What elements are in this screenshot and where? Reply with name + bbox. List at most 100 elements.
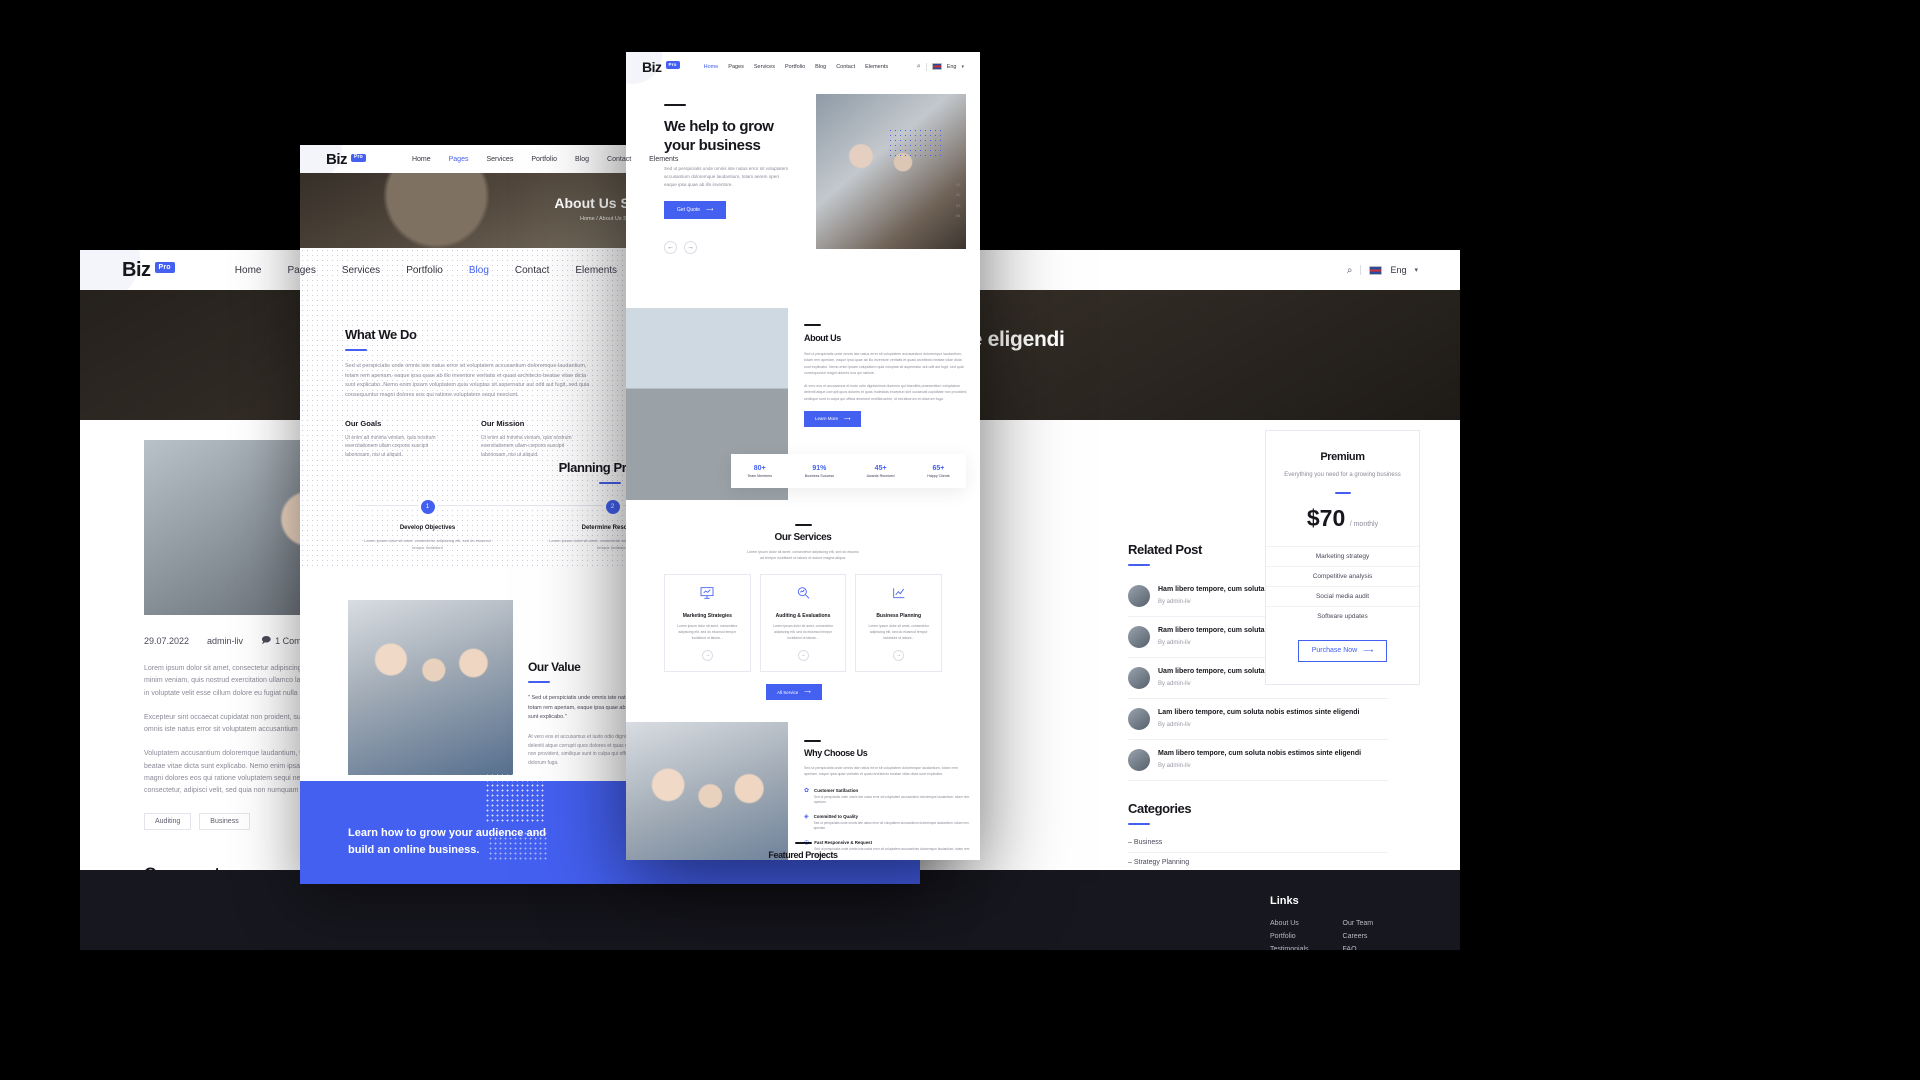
nav-item-blog[interactable]: Blog xyxy=(575,156,589,163)
service-card[interactable]: Business Planning Lorem ipsum dolor sit a… xyxy=(855,574,943,672)
nav-item-portfolio[interactable]: Portfolio xyxy=(531,156,557,163)
featured-underline xyxy=(794,842,812,844)
footer-column-2[interactable]: Our TeamCareersFAQClientsPricing xyxy=(1343,917,1374,950)
slide-number[interactable]: 04 xyxy=(956,211,960,221)
planning-step-text: Lorem ipsum dolor sit amet, consectetur … xyxy=(364,538,491,550)
nav-item-portfolio[interactable]: Portfolio xyxy=(406,265,443,276)
nav-item-elements[interactable]: Elements xyxy=(865,64,888,70)
footer-link[interactable]: About Us xyxy=(1270,917,1309,930)
pricing-feature: Software updates xyxy=(1266,605,1419,626)
learn-more-button[interactable]: Learn More ⟶ xyxy=(804,410,862,427)
hero-dots-decoration xyxy=(888,128,944,158)
search-icon[interactable]: ⌕ xyxy=(1347,265,1353,276)
purchase-now-button[interactable]: Purchase Now ⟶ xyxy=(1297,639,1388,662)
section-underline xyxy=(599,482,621,484)
related-post-item[interactable]: Mam libero tempore, cum soluta nobis est… xyxy=(1128,740,1388,781)
footer-link[interactable]: Careers xyxy=(1343,930,1374,943)
related-post-title[interactable]: Lam libero tempore, cum soluta nobis est… xyxy=(1158,708,1360,718)
pricing-feature-list: Marketing strategy Competitive analysis So… xyxy=(1266,545,1419,626)
hero-underline xyxy=(664,104,686,106)
nav-item-pages[interactable]: Pages xyxy=(287,265,315,276)
get-quote-button[interactable]: Get Quote ⟶ xyxy=(664,201,727,220)
chevron-down-icon[interactable]: ▾ xyxy=(961,64,964,70)
blog-nav-links[interactable]: Home Pages Services Portfolio Blog Conta… xyxy=(235,265,617,276)
blog-nav-right[interactable]: ⌕ Eng ▾ xyxy=(1347,265,1418,276)
slider-next-button[interactable]: → xyxy=(684,241,697,255)
pricing-feature: Social media audit xyxy=(1266,585,1419,606)
about-section: About Us Sed ut perspiciatis unde omnis … xyxy=(804,324,969,427)
service-arrow-icon[interactable]: → xyxy=(893,649,905,661)
home-nav-links[interactable]: Home Pages Services Portfolio Blog Conta… xyxy=(704,64,888,70)
slide-number[interactable]: 02 xyxy=(956,190,960,200)
nav-item-portfolio[interactable]: Portfolio xyxy=(785,64,805,70)
related-post-author: By admin-liv xyxy=(1158,722,1191,729)
nav-item-blog[interactable]: Blog xyxy=(815,64,826,70)
related-post-item[interactable]: Lam libero tempore, cum soluta nobis est… xyxy=(1128,699,1388,740)
service-text: Lorem ipsum dolor sit amet, consectetur … xyxy=(677,624,738,640)
footer-link[interactable]: Our Team xyxy=(1343,917,1374,930)
post-tag[interactable]: Auditing xyxy=(144,813,192,831)
brand-logo[interactable]: Biz Pro xyxy=(642,59,680,75)
nav-item-blog[interactable]: Blog xyxy=(469,265,489,276)
our-value-image xyxy=(348,600,513,775)
nav-item-services[interactable]: Services xyxy=(754,64,775,70)
nav-item-contact[interactable]: Contact xyxy=(836,64,855,70)
home-navbar[interactable]: Biz Pro Home Pages Services Portfolio Bl… xyxy=(626,52,980,84)
related-post-title[interactable]: Mam libero tempore, cum soluta nobis est… xyxy=(1158,749,1361,759)
nav-item-home[interactable]: Home xyxy=(704,64,719,70)
post-author[interactable]: admin-liv xyxy=(207,636,243,646)
slide-number[interactable]: 03 xyxy=(956,201,960,211)
stat-label: Team Members xyxy=(747,473,773,478)
nav-divider xyxy=(925,62,927,71)
footer-link[interactable]: Testimonials xyxy=(1270,943,1309,950)
home-page-card[interactable]: Biz Pro Home Pages Services Portfolio Bl… xyxy=(626,52,980,860)
nav-item-home[interactable]: Home xyxy=(412,156,431,163)
why-feature-item: ✿ Customer Satifaction Sed ut perspiciatis… xyxy=(804,788,972,806)
nav-item-elements[interactable]: Elements xyxy=(649,156,678,163)
nav-item-home[interactable]: Home xyxy=(235,265,262,276)
nav-item-elements[interactable]: Elements xyxy=(575,265,617,276)
brand-logo[interactable]: Biz Pro xyxy=(326,151,366,168)
services-title: Our Services xyxy=(774,532,832,543)
footer-link[interactable]: Portfolio xyxy=(1270,930,1309,943)
language-label[interactable]: Eng xyxy=(1390,265,1406,275)
chevron-down-icon[interactable]: ▾ xyxy=(1414,266,1418,274)
service-arrow-icon[interactable]: → xyxy=(797,649,809,661)
nav-item-contact[interactable]: Contact xyxy=(515,265,549,276)
brand-logo[interactable]: Biz Pro xyxy=(122,259,175,282)
pricing-card[interactable]: Premium Everything you need for a growin… xyxy=(1265,430,1420,685)
stat-value: 65+ xyxy=(932,464,945,472)
service-arrow-icon[interactable]: → xyxy=(701,649,713,661)
service-card[interactable]: Auditing & Evaluations Lorem ipsum dolor … xyxy=(759,574,847,672)
related-post-author: By admin-liv xyxy=(1158,763,1191,770)
why-feature-item: ◈ Committed to Quality Sed ut perspiciatis… xyxy=(804,814,972,832)
why-paragraph: Sed ut perspiciatis unde omnis iste natu… xyxy=(804,766,958,777)
language-label[interactable]: Eng xyxy=(947,64,957,70)
nav-item-services[interactable]: Services xyxy=(486,156,513,163)
footer-link[interactable]: FAQ xyxy=(1343,943,1374,950)
nav-item-services[interactable]: Services xyxy=(342,265,380,276)
service-card-list[interactable]: Marketing Strategies Lorem ipsum dolor si… xyxy=(664,574,943,672)
cta-dots-decoration xyxy=(485,773,545,823)
brand-name: Biz xyxy=(642,58,662,75)
post-tag[interactable]: Business xyxy=(199,813,250,831)
pricing-feature: Competitive analysis xyxy=(1266,565,1419,586)
about-nav-links[interactable]: Home Pages Services Portfolio Blog Conta… xyxy=(412,156,678,163)
nav-item-contact[interactable]: Contact xyxy=(607,156,631,163)
hero-title-line1: We help to grow xyxy=(664,118,774,135)
home-nav-right[interactable]: ⌕ Eng ▾ xyxy=(917,62,964,71)
all-service-button[interactable]: All Service ⟶ xyxy=(766,684,822,700)
hero-slider-controls[interactable]: ← → xyxy=(664,241,804,255)
search-icon[interactable]: ⌕ xyxy=(917,63,921,71)
arrow-right-icon: ⟶ xyxy=(844,415,851,421)
slide-number[interactable]: 01 xyxy=(956,180,960,190)
service-card[interactable]: Marketing Strategies Lorem ipsum dolor si… xyxy=(664,574,751,672)
nav-item-pages[interactable]: Pages xyxy=(728,64,744,70)
category-item[interactable]: – Business xyxy=(1128,833,1388,853)
nav-item-pages[interactable]: Pages xyxy=(449,156,469,163)
footer-column-1[interactable]: About UsPortfolioTestimonialsBlogContact… xyxy=(1270,917,1309,950)
flag-icon xyxy=(931,63,942,70)
avatar xyxy=(1128,667,1150,689)
slider-prev-button[interactable]: ← xyxy=(664,241,677,255)
hero-slide-numbers[interactable]: 01 02 03 04 xyxy=(956,180,960,222)
